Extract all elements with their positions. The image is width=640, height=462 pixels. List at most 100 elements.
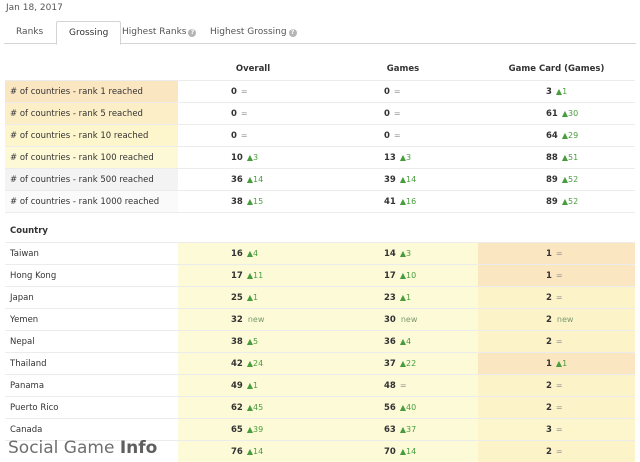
- delta-unchanged: =: [393, 87, 401, 96]
- cell-value: 2: [546, 336, 552, 347]
- delta-up: ▲14: [246, 175, 264, 184]
- cell-value: 0: [231, 130, 237, 141]
- country-name: Nepal: [5, 331, 178, 352]
- table-row: Japan 25 ▲1 23 ▲1 2 =: [5, 287, 635, 309]
- country-name: Thailand: [5, 353, 178, 374]
- delta-unchanged: =: [555, 425, 563, 434]
- rank-cell: 17 ▲11: [178, 265, 328, 286]
- delta-unchanged: =: [555, 271, 563, 280]
- table-row: Taiwan 16 ▲4 14 ▲3 1 =: [5, 243, 635, 265]
- cell-value: 30: [384, 314, 396, 325]
- cell-value: 63: [384, 424, 396, 435]
- summary-cell: 64 ▲29: [478, 125, 635, 146]
- rank-cell: 62 ▲45: [178, 397, 328, 418]
- rank-cell: 25 ▲1: [178, 287, 328, 308]
- help-icon[interactable]: ?: [288, 29, 297, 37]
- delta-up: ▲4: [246, 249, 259, 258]
- tab-highest-ranks[interactable]: Highest Ranks?: [110, 21, 208, 44]
- rank-cell: 2 new: [478, 309, 635, 330]
- summary-cell: 41 ▲16: [328, 191, 478, 212]
- rank-cell: 1 ▲1: [478, 353, 635, 374]
- delta-unchanged: =: [240, 109, 248, 118]
- cell-value: 17: [231, 270, 243, 281]
- tab-label: Ranks: [16, 27, 44, 37]
- tab-label: Highest Ranks: [122, 27, 187, 37]
- delta-unchanged: =: [555, 249, 563, 258]
- delta-up: ▲30: [561, 109, 579, 118]
- delta-up: ▲10: [399, 271, 417, 280]
- cell-value: 17: [384, 270, 396, 281]
- delta-up: ▲52: [561, 175, 579, 184]
- summary-cell: 36 ▲14: [178, 169, 328, 190]
- cell-value: 0: [384, 86, 390, 97]
- table-row: Yemen 32 new 30 new 2 new: [5, 309, 635, 331]
- summary-cell: 10 ▲3: [178, 147, 328, 168]
- date-label: Jan 18, 2017: [6, 3, 63, 13]
- header-empty: [5, 57, 178, 80]
- delta-unchanged: =: [555, 337, 563, 346]
- country-header: Country: [5, 213, 178, 242]
- cell-value: 2: [546, 380, 552, 391]
- rank-cell: 2 =: [478, 441, 635, 462]
- country-name: Japan: [5, 287, 178, 308]
- table-header-row: Overall Games Game Card (Games): [5, 57, 635, 81]
- country-name-text: Yemen: [10, 314, 39, 325]
- country-name-text: Taiwan: [10, 248, 39, 259]
- cell-value: 64: [546, 130, 558, 141]
- summary-row: # of countries - rank 100 reached 10 ▲3 13 ▲…: [5, 147, 635, 169]
- cell-value: 89: [546, 174, 558, 185]
- summary-label: # of countries - rank 10 reached: [5, 125, 178, 146]
- country-name-text: Nepal: [10, 336, 35, 347]
- cell-value: 89: [546, 196, 558, 207]
- column-header: Overall: [178, 57, 328, 80]
- delta-up: ▲29: [561, 131, 579, 140]
- rank-cell: 2 =: [478, 397, 635, 418]
- cell-value: 48: [384, 380, 396, 391]
- table-row: Hong Kong 17 ▲11 17 ▲10 1 =: [5, 265, 635, 287]
- table-row: Nepal 38 ▲5 36 ▲4 2 =: [5, 331, 635, 353]
- rank-cell: 17 ▲10: [328, 265, 478, 286]
- rank-cell: 23 ▲1: [328, 287, 478, 308]
- tab-ranks[interactable]: Ranks: [4, 21, 55, 44]
- delta-unchanged: =: [393, 109, 401, 118]
- country-name-text: Panama: [10, 380, 45, 391]
- country-name: Hong Kong: [5, 265, 178, 286]
- cell-value: 10: [231, 152, 243, 163]
- delta-up: ▲3: [246, 153, 259, 162]
- delta-unchanged: =: [240, 131, 248, 140]
- column-header-label: Games: [386, 63, 420, 74]
- country-name-text: Thailand: [10, 358, 47, 369]
- rank-cell: 2 =: [478, 287, 635, 308]
- country-name-text: Canada: [10, 424, 43, 435]
- country-name: Taiwan: [5, 243, 178, 264]
- country-name: Canada: [5, 419, 178, 440]
- help-icon[interactable]: ?: [188, 29, 197, 37]
- cell-value: 1: [546, 358, 552, 369]
- tab-bar: Ranks Grossing Highest Ranks? Highest Gross…: [4, 21, 636, 45]
- tab-highest-grossing[interactable]: Highest Grossing?: [198, 21, 309, 44]
- cell-value: 49: [231, 380, 243, 391]
- rank-cell: 2 =: [478, 331, 635, 352]
- rank-cell: 30 new: [328, 309, 478, 330]
- delta-up: ▲11: [246, 271, 264, 280]
- rank-cell: 70 ▲14: [328, 441, 478, 462]
- cell-value: 13: [384, 152, 396, 163]
- cell-value: 32: [231, 314, 243, 325]
- delta-unchanged: =: [555, 447, 563, 456]
- country-name: Yemen: [5, 309, 178, 330]
- rank-cell: 38 ▲5: [178, 331, 328, 352]
- new-badge: new: [400, 315, 418, 324]
- rank-cell: 37 ▲22: [328, 353, 478, 374]
- summary-label: # of countries - rank 5 reached: [5, 103, 178, 124]
- watermark-bold: Info: [119, 438, 158, 458]
- table-row: Puerto Rico 62 ▲45 56 ▲40 2 =: [5, 397, 635, 419]
- cell-value: 1: [546, 248, 552, 259]
- cell-value: 38: [231, 196, 243, 207]
- summary-cell: 89 ▲52: [478, 169, 635, 190]
- column-header: Games: [328, 57, 478, 80]
- delta-up: ▲40: [399, 403, 417, 412]
- cell-value: 65: [231, 424, 243, 435]
- delta-up: ▲37: [399, 425, 417, 434]
- summary-cell: 89 ▲52: [478, 191, 635, 212]
- column-header: Game Card (Games): [478, 57, 635, 80]
